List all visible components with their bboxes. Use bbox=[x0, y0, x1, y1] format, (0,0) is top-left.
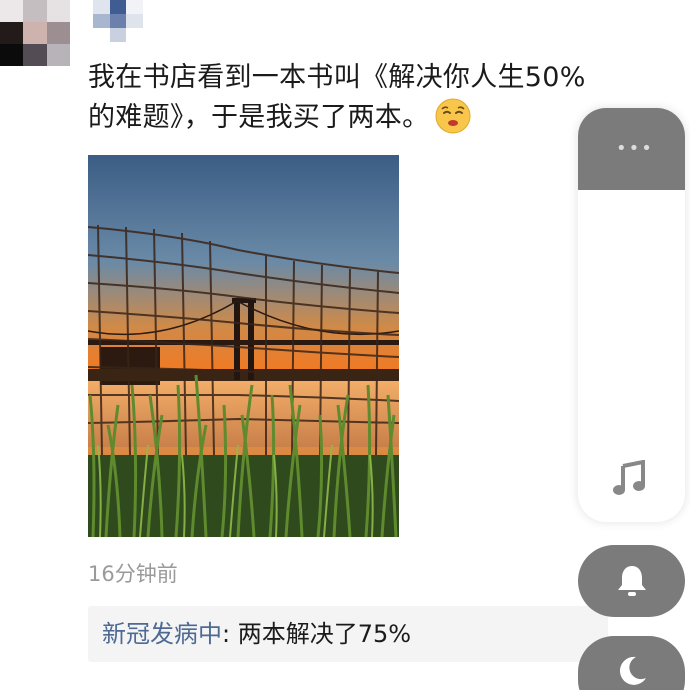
comment-item[interactable]: 新冠发病中: 两本解决了75% bbox=[88, 606, 608, 662]
poster-avatar[interactable] bbox=[93, 0, 143, 42]
comment-text: 两本解决了75% bbox=[237, 620, 412, 648]
more-icon[interactable]: ••• bbox=[616, 138, 654, 159]
shushing-face-icon bbox=[435, 98, 471, 146]
blurred-avatar[interactable] bbox=[0, 0, 70, 66]
night-mode-button[interactable] bbox=[578, 636, 685, 690]
post-timestamp: 16分钟前 bbox=[88, 562, 178, 586]
comment-separator: : bbox=[222, 620, 238, 648]
post-text: 我在书店看到一本书叫《解决你人生50%的难题》，于是我买了两本。 bbox=[88, 58, 588, 146]
moments-post: 我在书店看到一本书叫《解决你人生50%的难题》，于是我买了两本。 16分钟前 新… bbox=[0, 0, 690, 690]
notification-button[interactable] bbox=[578, 545, 685, 617]
music-icon[interactable] bbox=[612, 459, 646, 500]
post-text-content: 我在书店看到一本书叫《解决你人生50%的难题》，于是我买了两本。 bbox=[88, 62, 586, 133]
comment-author[interactable]: 新冠发病中 bbox=[102, 620, 222, 648]
sunset-bridge-photo[interactable] bbox=[88, 155, 399, 537]
floating-control-panel[interactable]: ••• bbox=[578, 108, 685, 522]
panel-header[interactable]: ••• bbox=[578, 108, 685, 190]
